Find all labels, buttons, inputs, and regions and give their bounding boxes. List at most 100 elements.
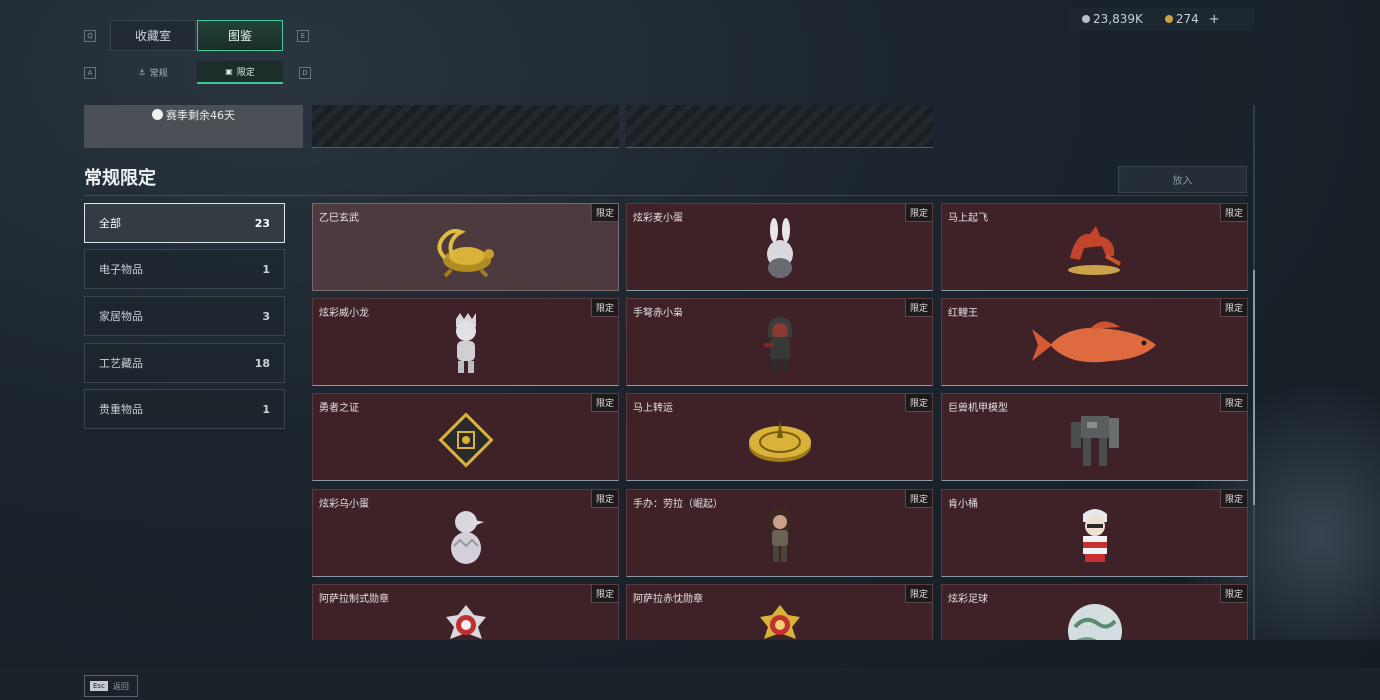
item-name: 肯小桶 xyxy=(948,499,978,510)
currency-bar: 23,839K 274 + xyxy=(1068,8,1254,30)
item-name: 马上转运 xyxy=(633,403,673,414)
limited-badge: 限定 xyxy=(904,490,932,508)
tab-regular-label: 常规 xyxy=(149,69,168,79)
esc-key-icon: Esc xyxy=(90,681,108,691)
category-valuables[interactable]: 贵重物品 1 xyxy=(84,389,285,429)
mech-model-icon xyxy=(1070,416,1119,467)
item-card[interactable]: 乙巳玄武 限定 xyxy=(312,203,619,291)
limited-icon: ▣ xyxy=(225,67,233,76)
football-icon xyxy=(1067,604,1122,640)
category-home[interactable]: 家居物品 3 xyxy=(84,296,285,336)
limited-badge: 限定 xyxy=(904,299,932,317)
category-crafts[interactable]: 工艺藏品 18 xyxy=(84,343,285,383)
item-card[interactable]: 阿萨拉赤忱勋章 限定 xyxy=(626,584,933,640)
item-card[interactable]: 马上起飞 限定 xyxy=(941,203,1248,291)
locked-card[interactable] xyxy=(626,105,933,148)
tab-collection-room[interactable]: 收藏室 xyxy=(110,20,196,51)
back-button[interactable]: Esc 返回 xyxy=(84,675,138,697)
key-hint-e: E xyxy=(297,30,309,42)
silver-coin-balance: 23,839K xyxy=(1082,12,1143,26)
limited-badge: 限定 xyxy=(904,394,932,412)
limited-badge: 限定 xyxy=(590,204,618,222)
golden-card-icon xyxy=(437,412,494,469)
item-name: 炫彩乌小蛋 xyxy=(319,499,369,510)
anchor-icon: ⚓ xyxy=(138,68,146,77)
red-carp-icon xyxy=(1031,321,1156,363)
category-label: 工艺藏品 xyxy=(99,357,143,370)
item-card[interactable]: 炫彩足球 限定 xyxy=(941,584,1248,640)
locked-card[interactable] xyxy=(312,105,619,148)
category-count: 3 xyxy=(262,309,270,323)
gold-medal-icon xyxy=(759,605,800,640)
category-count: 1 xyxy=(262,262,270,276)
golden-tortoise-icon xyxy=(437,229,494,278)
gold-coin-balance: 274 xyxy=(1164,12,1199,26)
category-all[interactable]: 全部 23 xyxy=(84,203,285,243)
tab-regular[interactable]: ⚓ 常规 xyxy=(110,61,196,84)
key-hint-d: D xyxy=(299,67,311,79)
limited-badge: 限定 xyxy=(1219,299,1247,317)
category-electronics[interactable]: 电子物品 1 xyxy=(84,249,285,289)
red-horse-icon xyxy=(1067,226,1121,276)
item-name: 手弩赤小枭 xyxy=(633,308,683,319)
limited-badge: 限定 xyxy=(590,299,618,317)
item-card[interactable]: 炫彩麦小蛋 限定 xyxy=(626,203,933,291)
item-card[interactable]: 勇者之证 限定 xyxy=(312,393,619,481)
scrollbar-thumb[interactable] xyxy=(1253,270,1255,505)
section-title: 常规限定 xyxy=(84,168,156,189)
add-currency-button[interactable]: + xyxy=(1209,12,1220,27)
item-name: 炫彩足球 xyxy=(948,594,988,605)
tab-limited-label: 限定 xyxy=(236,68,255,78)
item-name: 乙巳玄武 xyxy=(319,213,359,224)
key-hint-q: Q xyxy=(84,30,96,42)
silver-coin-icon xyxy=(1082,15,1090,23)
category-label: 全部 xyxy=(99,217,121,230)
red-medal-icon xyxy=(445,605,486,640)
category-label: 贵重物品 xyxy=(99,403,143,416)
item-name: 阿萨拉制式勋章 xyxy=(319,594,389,605)
item-card[interactable]: 马上转运 限定 xyxy=(626,393,933,481)
limited-badge: 限定 xyxy=(1219,585,1247,603)
limited-badge: 限定 xyxy=(590,394,618,412)
hooded-figure-icon xyxy=(763,317,792,372)
item-name: 巨兽机甲模型 xyxy=(948,403,1008,414)
bottom-bar xyxy=(0,668,1380,700)
gold-coin-icon xyxy=(1164,15,1173,23)
item-card[interactable]: 炫彩乌小蛋 限定 xyxy=(312,489,619,577)
limited-badge: 限定 xyxy=(590,490,618,508)
item-card[interactable]: 肯小桶 限定 xyxy=(941,489,1248,577)
item-card[interactable]: 手弩赤小枭 限定 xyxy=(626,298,933,386)
item-name: 红鲤王 xyxy=(948,308,978,319)
limited-badge: 限定 xyxy=(904,204,932,222)
item-card[interactable]: 手办：劳拉（崛起） 限定 xyxy=(626,489,933,577)
golden-wheel-icon xyxy=(748,420,811,463)
category-label: 电子物品 xyxy=(99,263,143,276)
section-divider xyxy=(84,195,1248,196)
limited-badge: 限定 xyxy=(590,585,618,603)
item-card[interactable]: 阿萨拉制式勋章 限定 xyxy=(312,584,619,640)
rabbit-egg-icon xyxy=(766,218,793,279)
lara-figure-icon xyxy=(769,508,790,563)
category-count: 23 xyxy=(254,216,270,230)
key-hint-a: A xyxy=(84,67,96,79)
item-name: 炫彩威小龙 xyxy=(319,308,369,319)
season-card[interactable]: 赛季剩余46天 xyxy=(84,105,303,148)
season-remaining-text: 赛季剩余46天 xyxy=(166,109,235,122)
place-button[interactable]: 放入 xyxy=(1118,166,1247,193)
tab-limited[interactable]: ▣ 限定 xyxy=(197,61,283,84)
limited-badge: 限定 xyxy=(1219,204,1247,222)
item-card[interactable]: 炫彩威小龙 限定 xyxy=(312,298,619,386)
tab-catalog[interactable]: 图鉴 xyxy=(197,20,283,51)
category-label: 家居物品 xyxy=(99,310,143,323)
limited-badge: 限定 xyxy=(1219,394,1247,412)
bucket-figure-icon xyxy=(1082,509,1107,563)
item-name: 手办：劳拉（崛起） xyxy=(633,499,723,510)
item-card[interactable]: 红鲤王 限定 xyxy=(941,298,1248,386)
category-count: 18 xyxy=(254,356,270,370)
dragon-figure-icon xyxy=(455,313,476,374)
back-label: 返回 xyxy=(112,681,129,691)
bird-egg-icon xyxy=(450,511,484,565)
item-name: 马上起飞 xyxy=(948,213,988,224)
item-card[interactable]: 巨兽机甲模型 限定 xyxy=(941,393,1248,481)
category-count: 1 xyxy=(262,402,270,416)
